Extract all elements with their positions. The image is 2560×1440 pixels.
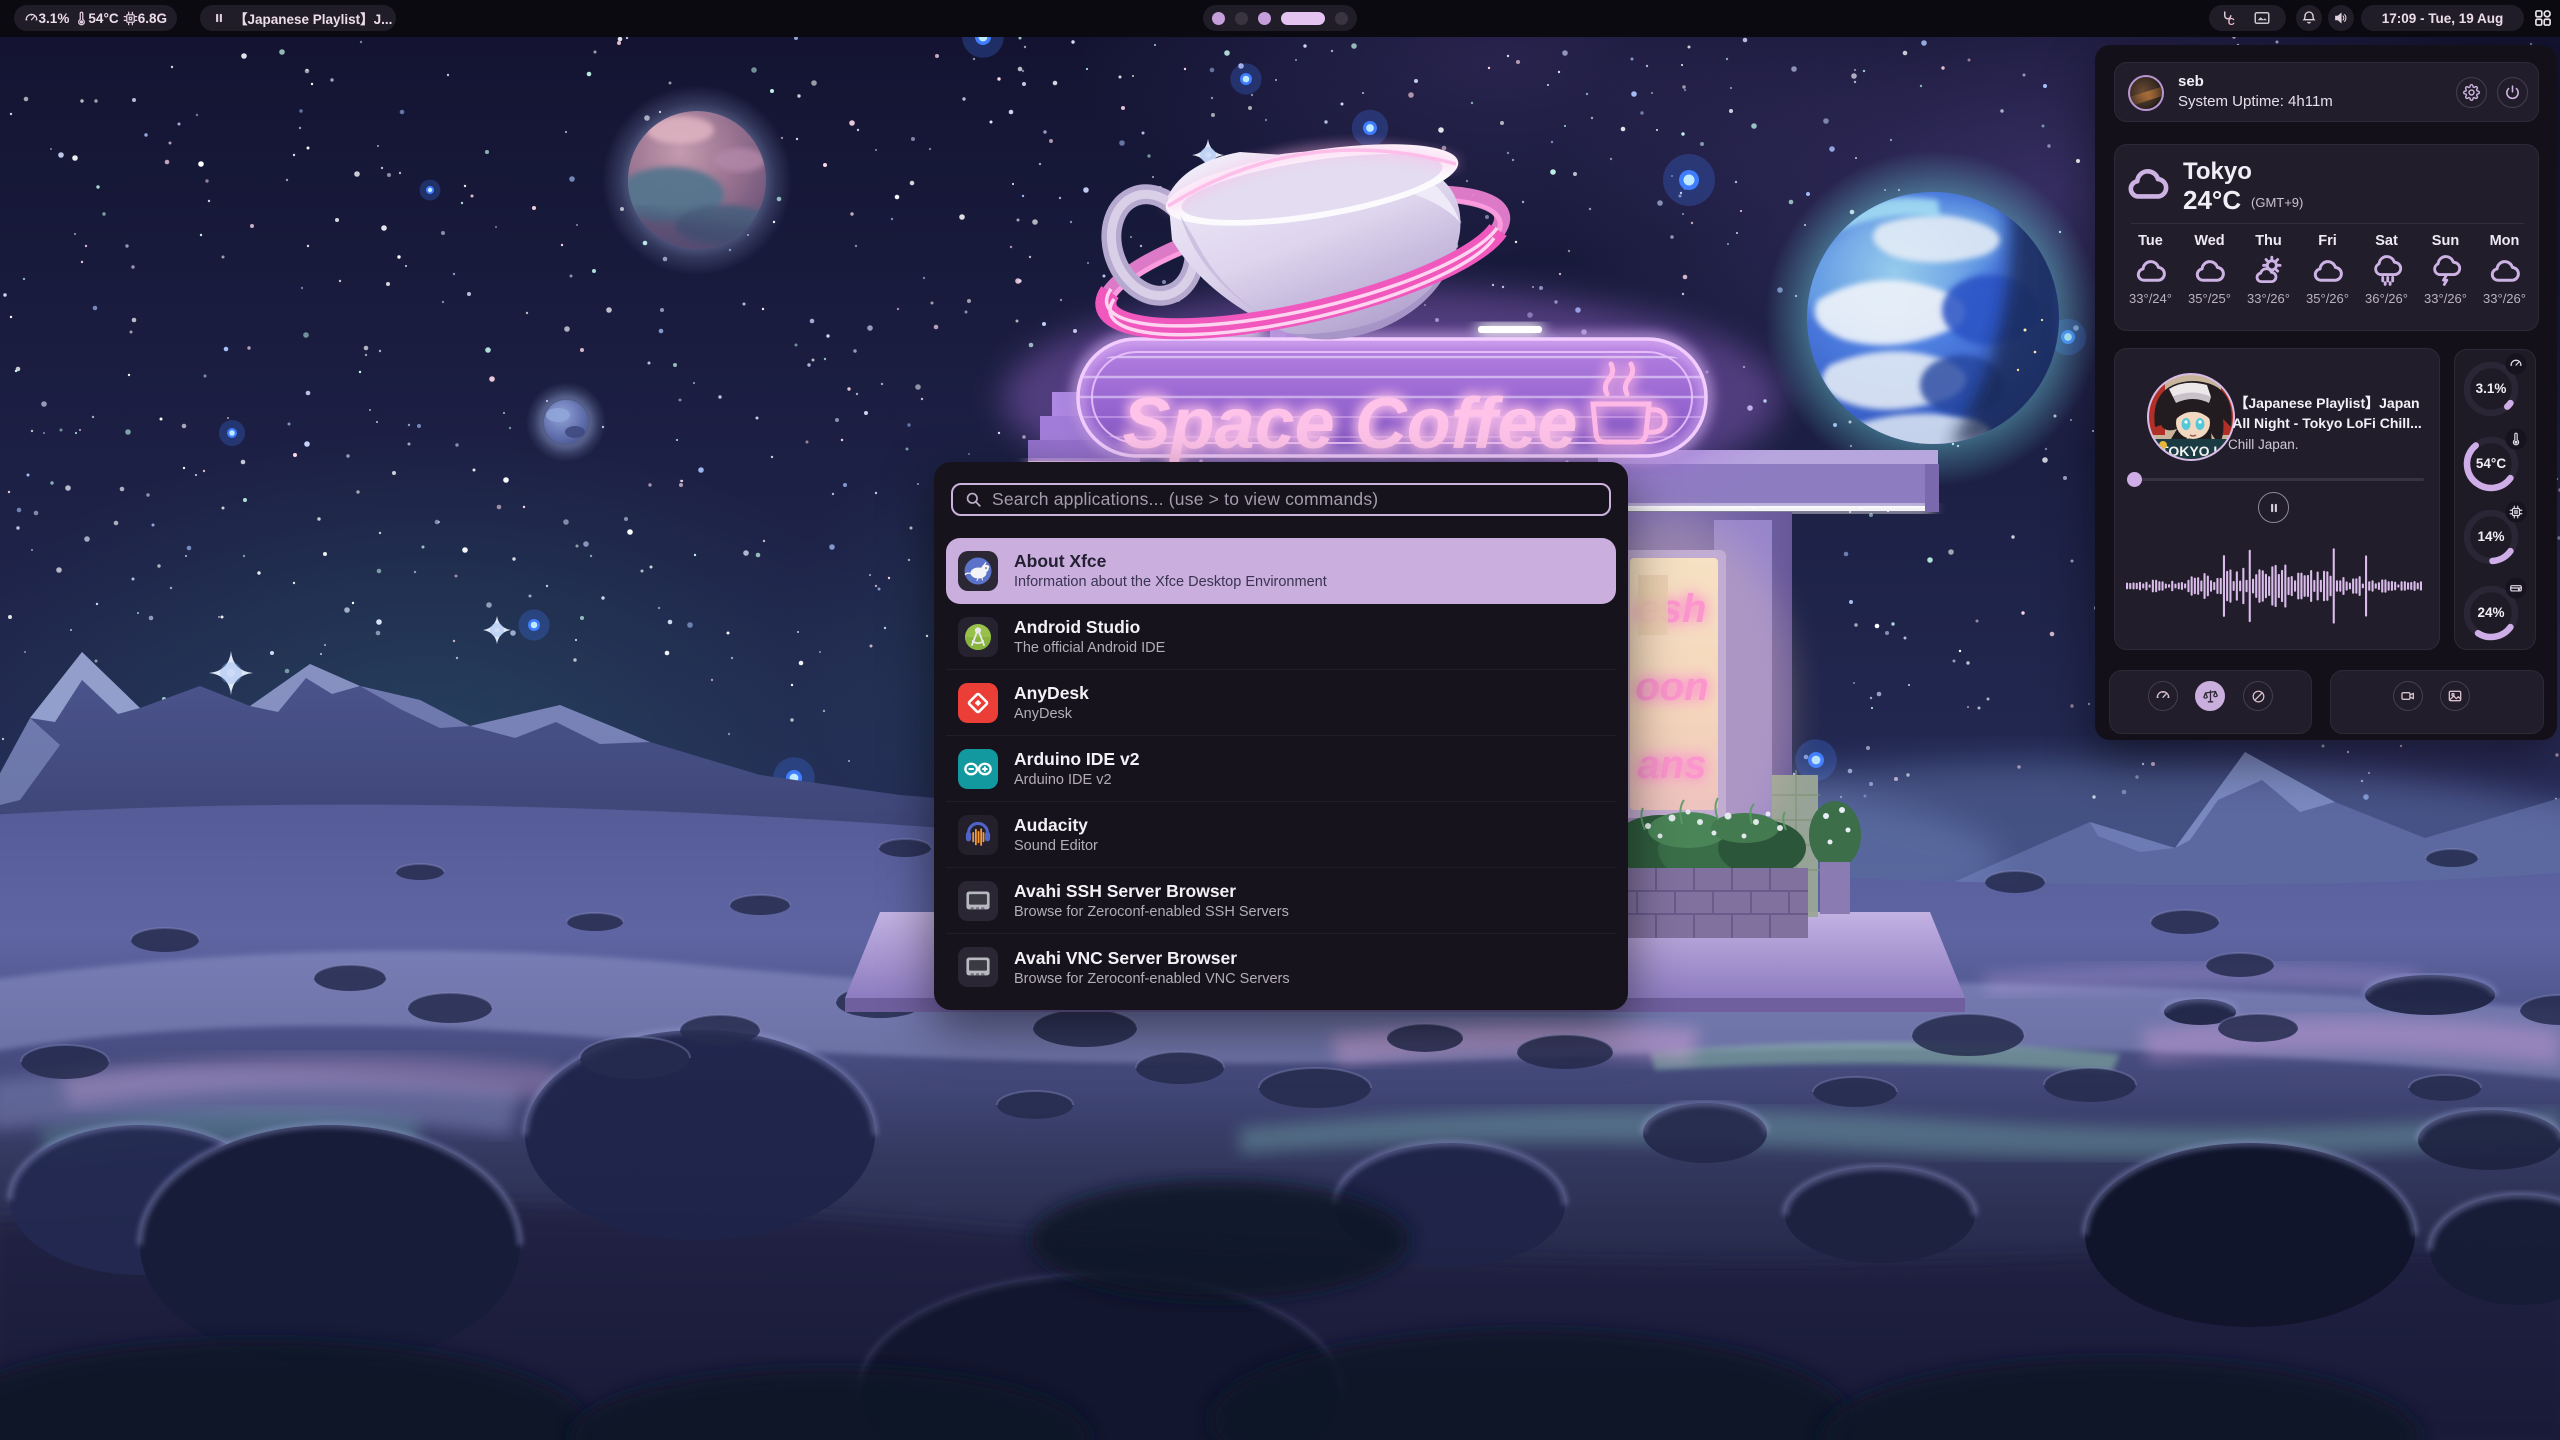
- svg-text:TOKYO L: TOKYO L: [2160, 443, 2222, 459]
- svg-text:C: C: [2228, 17, 2235, 27]
- svg-text:Space Coffee: Space Coffee: [1123, 384, 1578, 464]
